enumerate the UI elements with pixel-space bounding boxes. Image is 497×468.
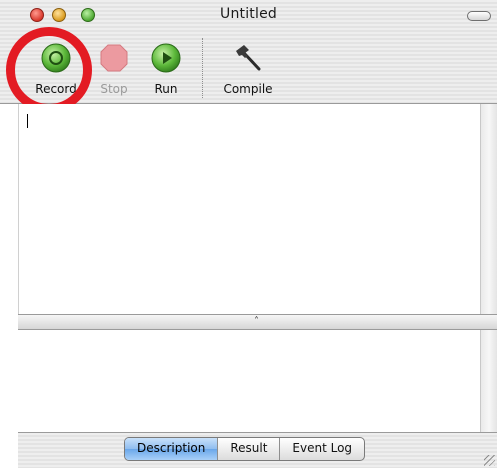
title-toolbar-area: Untitled Record Stop Run Compile [0, 0, 497, 104]
compile-button[interactable]: Compile [210, 40, 286, 98]
pane-splitter[interactable]: ˄ [18, 314, 497, 330]
toolbar-toggle-button[interactable] [467, 11, 491, 21]
script-editor-window: Untitled Record Stop Run Compile ˄ Descr… [0, 0, 497, 468]
compile-label: Compile [223, 82, 273, 96]
stop-icon [100, 44, 128, 72]
stop-button[interactable]: Stop [92, 40, 136, 98]
record-icon [41, 43, 71, 73]
view-tabs: Description Result Event Log [124, 437, 366, 461]
resize-grip-icon[interactable] [484, 455, 495, 466]
hammer-icon [236, 45, 261, 71]
run-button[interactable]: Run [144, 40, 188, 98]
record-label: Record [35, 82, 77, 96]
tab-description[interactable]: Description [125, 438, 219, 460]
tab-event-log[interactable]: Event Log [280, 438, 364, 460]
toolbar-separator [202, 38, 204, 98]
description-pane[interactable] [18, 330, 480, 432]
window-title: Untitled [220, 6, 277, 22]
text-caret [27, 114, 28, 128]
bottom-tab-bar: Description Result Event Log [18, 432, 497, 468]
script-editor-textarea[interactable] [18, 104, 481, 314]
stop-label: Stop [100, 82, 128, 96]
tab-result[interactable]: Result [218, 438, 281, 460]
run-label: Run [154, 82, 178, 96]
description-scrollbar[interactable] [480, 330, 497, 432]
run-icon [151, 43, 181, 73]
record-button[interactable]: Record [28, 40, 84, 98]
editor-scrollbar[interactable] [480, 104, 497, 314]
splitter-grip-icon: ˄ [254, 316, 259, 327]
